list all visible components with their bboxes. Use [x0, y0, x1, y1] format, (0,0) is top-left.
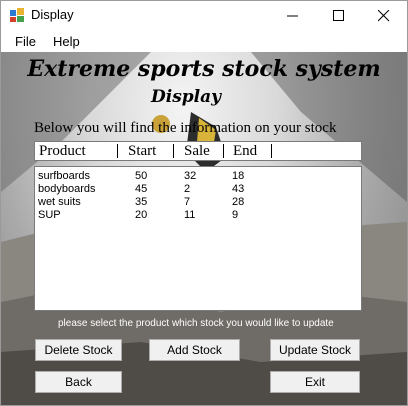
- maximize-button[interactable]: [316, 1, 362, 30]
- stock-listbox[interactable]: surfboards 50 32 18 bodyboards 45 2 43 w…: [34, 166, 362, 311]
- column-separator: [173, 144, 174, 158]
- column-product: Product: [39, 143, 86, 159]
- cell-end: 18: [232, 170, 245, 182]
- cell-start: 50: [135, 170, 148, 182]
- cell-sale: 32: [184, 170, 197, 182]
- cell-sale: 7: [184, 196, 191, 208]
- column-end: End: [233, 143, 258, 159]
- menu-file[interactable]: File: [15, 34, 36, 49]
- column-sale: Sale: [184, 143, 210, 159]
- delete-stock-button[interactable]: Delete Stock: [35, 339, 122, 361]
- page-subtitle: Display: [151, 87, 222, 107]
- display-window: Display File Help Extreme sports stock s…: [0, 0, 408, 406]
- minimize-button[interactable]: [270, 1, 316, 30]
- list-item[interactable]: SUP 20 11 9: [35, 209, 361, 222]
- form-client-area: Extreme sports stock system Display Belo…: [1, 52, 407, 405]
- page-title: Extreme sports stock system: [27, 56, 381, 82]
- window-title: Display: [31, 7, 74, 22]
- list-item[interactable]: wet suits 35 7 28: [35, 196, 361, 209]
- close-button[interactable]: [361, 1, 407, 30]
- menu-bar: File Help: [1, 30, 407, 52]
- cell-product: bodyboards: [38, 183, 96, 195]
- cell-start: 20: [135, 209, 148, 221]
- cell-start: 35: [135, 196, 148, 208]
- add-stock-button[interactable]: Add Stock: [149, 339, 240, 361]
- exit-button[interactable]: Exit: [270, 371, 360, 393]
- cell-end: 43: [232, 183, 245, 195]
- column-separator: [271, 144, 272, 158]
- info-label: Below you will find the information on y…: [34, 120, 337, 136]
- windows-form-icon: [10, 8, 24, 22]
- cell-product: surfboards: [38, 170, 90, 182]
- title-bar[interactable]: Display: [1, 1, 407, 30]
- menu-help[interactable]: Help: [53, 34, 80, 49]
- update-stock-button[interactable]: Update Stock: [270, 339, 360, 361]
- cell-product: SUP: [38, 209, 61, 221]
- cell-end: 28: [232, 196, 245, 208]
- cell-start: 45: [135, 183, 148, 195]
- column-separator: [117, 144, 118, 158]
- list-item[interactable]: surfboards 50 32 18: [35, 170, 361, 183]
- cell-end: 9: [232, 209, 239, 221]
- cell-sale: 11: [184, 209, 196, 221]
- cell-sale: 2: [184, 183, 191, 195]
- cell-product: wet suits: [38, 196, 81, 208]
- column-separator: [223, 144, 224, 158]
- close-icon: [378, 10, 390, 22]
- hint-label: please select the product which stock yo…: [58, 318, 334, 329]
- table-header: Product Start Sale End: [34, 141, 362, 161]
- back-button[interactable]: Back: [35, 371, 122, 393]
- minimize-icon: [287, 15, 298, 17]
- column-start: Start: [128, 143, 157, 159]
- list-item[interactable]: bodyboards 45 2 43: [35, 183, 361, 196]
- maximize-icon: [333, 10, 344, 21]
